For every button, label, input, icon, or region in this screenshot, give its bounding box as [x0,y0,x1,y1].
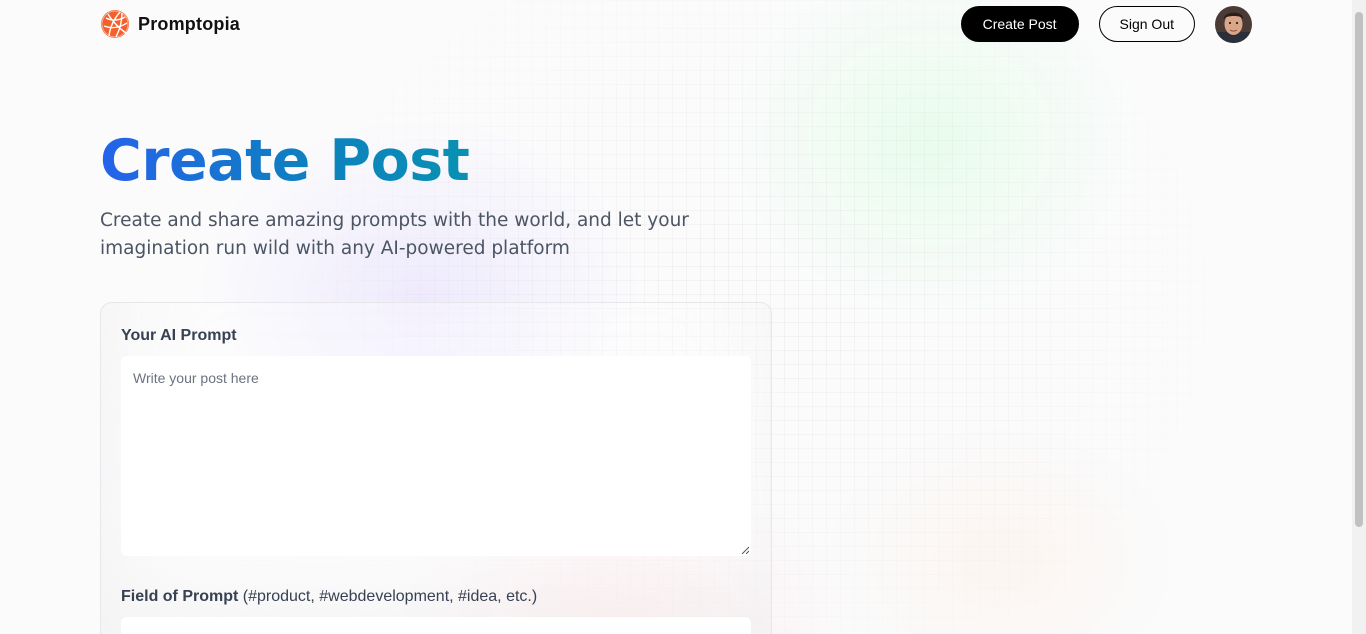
brand-link[interactable]: Promptopia [100,9,240,39]
prompt-label: Your AI Prompt [121,327,237,344]
tag-label: Field of Prompt (#product, #webdevelopme… [121,588,537,606]
page: Promptopia Create Post Sign Out Create P… [0,0,1366,634]
scrollbar-thumb[interactable] [1355,12,1363,527]
globe-logo-icon [101,10,129,38]
page-title: Create Post [100,128,470,194]
prompt-textarea[interactable] [121,356,751,556]
resize-handle-icon[interactable] [741,546,749,554]
create-post-form: Your AI Prompt Field of Prompt (#product… [100,302,772,634]
tag-label-hint: (#product, #webdevelopment, #idea, etc.) [242,588,538,605]
sign-out-button[interactable]: Sign Out [1098,6,1195,42]
page-scrollbar[interactable] [1352,0,1366,634]
page-description: Create and share amazing prompts with th… [100,210,689,259]
tag-input[interactable] [121,617,751,634]
user-avatar[interactable] [1215,5,1252,43]
create-post-button[interactable]: Create Post [960,6,1079,42]
brand-name: Promptopia [138,13,241,34]
nav-actions: Create Post Sign Out [960,5,1252,43]
tag-label-text: Field of Prompt [121,588,239,605]
navbar: Promptopia Create Post Sign Out [100,5,1252,43]
